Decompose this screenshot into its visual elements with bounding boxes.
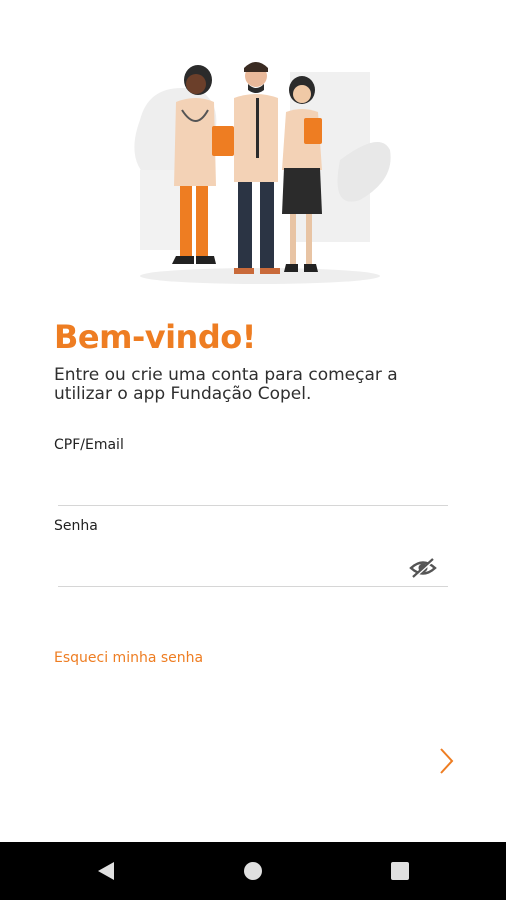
next-button[interactable] [430,744,462,778]
nav-back-button[interactable] [76,842,136,900]
password-input[interactable] [58,551,448,587]
system-navigation-bar [0,842,506,900]
home-circle-icon [244,862,262,880]
nav-recents-button[interactable] [370,842,430,900]
nav-home-button[interactable] [223,842,283,900]
eye-off-icon [409,558,437,579]
welcome-title: Bem-vindo! [54,318,256,356]
cpf-email-label: CPF/Email [54,437,124,453]
password-label: Senha [54,518,98,534]
password-visibility-toggle[interactable] [408,553,438,583]
chevron-right-icon [440,748,454,774]
recents-square-icon [391,862,409,880]
welcome-subtitle: Entre ou crie uma conta para começar a u… [54,365,398,404]
forgot-password-link[interactable]: Esqueci minha senha [54,650,203,666]
cpf-email-input[interactable] [58,470,448,506]
doctors-illustration [110,50,410,290]
back-triangle-icon [98,862,114,880]
